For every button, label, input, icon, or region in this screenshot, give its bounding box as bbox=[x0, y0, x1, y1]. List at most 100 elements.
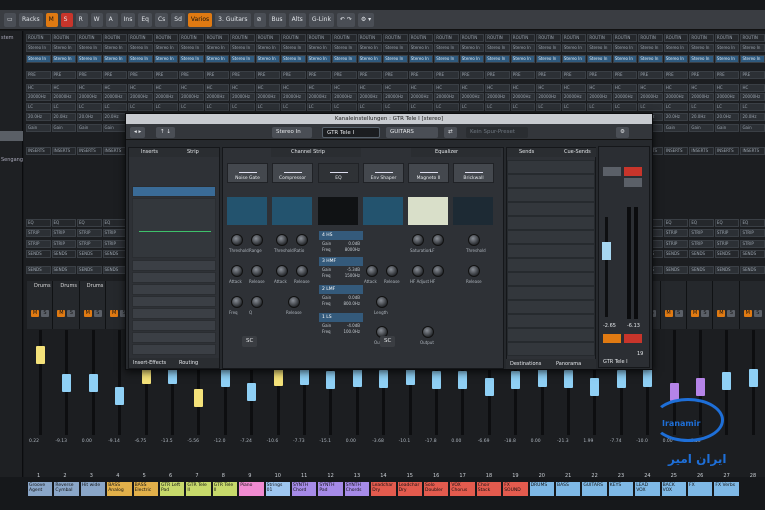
channel-name-button[interactable]: Leadchar Dry bbox=[397, 482, 422, 496]
mixer-cell[interactable]: EQ bbox=[740, 219, 765, 227]
mixer-cell[interactable]: Stereo In bbox=[638, 55, 663, 63]
mixer-cell[interactable]: Stereo In bbox=[102, 55, 128, 63]
mixer-cell[interactable]: HC bbox=[153, 84, 179, 92]
strip-mute-button[interactable]: M bbox=[57, 310, 66, 317]
mixer-cell[interactable]: ROUTIN bbox=[128, 34, 153, 42]
eq-gain-value[interactable]: 0.0dB bbox=[348, 241, 360, 246]
fader-readout[interactable]: -21.3 bbox=[557, 439, 569, 444]
channel-fader-cap[interactable] bbox=[602, 242, 611, 260]
parameter-knob[interactable] bbox=[276, 265, 288, 277]
mixer-cell[interactable]: PRE bbox=[740, 71, 765, 79]
mixer-cell[interactable]: Stereo In bbox=[561, 55, 587, 63]
mixer-cell[interactable]: Stereo In bbox=[561, 44, 587, 52]
send-slot[interactable] bbox=[507, 342, 595, 356]
mixer-cell[interactable]: 20.0Hz bbox=[663, 113, 689, 121]
send-slot[interactable] bbox=[507, 160, 595, 174]
mixer-cell[interactable]: SENDS bbox=[689, 266, 714, 274]
eq-band-1[interactable]: 1 LS bbox=[319, 313, 363, 322]
mixer-cell[interactable]: ROUTIN bbox=[332, 34, 357, 42]
strip-solo-button[interactable]: S bbox=[41, 310, 49, 317]
fader-cap[interactable] bbox=[220, 369, 230, 387]
fader-readout[interactable]: 0.00 bbox=[82, 439, 92, 444]
mixer-cell[interactable]: Stereo In bbox=[357, 55, 383, 63]
send-slot[interactable] bbox=[507, 300, 595, 314]
mixer-cell[interactable]: SENDS bbox=[102, 250, 128, 258]
mixer-cell[interactable]: Stereo In bbox=[51, 44, 77, 52]
parameter-knob[interactable] bbox=[251, 296, 263, 308]
input-routing[interactable]: Stereo In bbox=[272, 127, 312, 138]
mixer-cell[interactable]: 20000Hz bbox=[204, 93, 230, 101]
tab-insert-effects[interactable]: Insert-Effects bbox=[129, 358, 175, 368]
channel-name-button[interactable]: Choir Stack bbox=[476, 482, 502, 496]
mixer-cell[interactable]: SENDS bbox=[102, 266, 128, 274]
mixer-cell[interactable]: Gain bbox=[663, 124, 689, 132]
mixer-cell[interactable]: ROUTIN bbox=[153, 34, 179, 42]
fader-cap[interactable] bbox=[616, 370, 626, 388]
mixer-cell[interactable]: HC bbox=[255, 84, 281, 92]
mixer-cell[interactable]: PRE bbox=[510, 71, 536, 79]
mixer-cell[interactable]: Stereo In bbox=[77, 55, 102, 63]
mixer-cell[interactable]: PRE bbox=[638, 71, 663, 79]
mixer-cell[interactable]: HC bbox=[383, 84, 408, 92]
mixer-cell[interactable]: SENDS bbox=[689, 250, 714, 258]
mixer-cell[interactable]: Stereo In bbox=[740, 55, 765, 63]
mixer-cell[interactable]: PRE bbox=[179, 71, 204, 79]
mixer-cell[interactable]: PRE bbox=[204, 71, 230, 79]
mixer-cell[interactable]: 20000Hz bbox=[332, 93, 357, 101]
parameter-knob[interactable] bbox=[296, 234, 308, 246]
mixer-cell[interactable]: ROUTIN bbox=[179, 34, 204, 42]
module-magneto[interactable]: Magneto II bbox=[408, 163, 449, 183]
mixer-cell[interactable]: SENDS bbox=[77, 250, 102, 258]
mixer-cell[interactable]: 20.0Hz bbox=[740, 113, 765, 121]
mixer-cell[interactable]: 20.0Hz bbox=[689, 113, 714, 121]
mixer-cell[interactable]: HC bbox=[179, 84, 204, 92]
send-slot[interactable] bbox=[507, 328, 595, 342]
mixer-cell[interactable]: HC bbox=[434, 84, 459, 92]
mixer-cell[interactable]: LC bbox=[485, 103, 510, 111]
channel-name-button[interactable]: Groove Agent bbox=[28, 482, 53, 496]
mixer-cell[interactable]: HC bbox=[638, 84, 663, 92]
listen-button[interactable] bbox=[624, 178, 642, 187]
mixer-cell[interactable]: INSERTS bbox=[663, 147, 689, 155]
mixer-cell[interactable]: PRE bbox=[485, 71, 510, 79]
eq-band-2[interactable]: 2 LMF bbox=[319, 285, 363, 294]
fader-readout[interactable]: -13.5 bbox=[161, 439, 173, 444]
mixer-cell[interactable]: HC bbox=[510, 84, 536, 92]
channel-name-button[interactable]: DRUMS bbox=[529, 482, 554, 496]
alts-button[interactable]: Alts bbox=[288, 12, 306, 27]
send-slot[interactable] bbox=[507, 174, 595, 188]
fader-cap[interactable] bbox=[115, 387, 125, 405]
mixer-cell[interactable]: LC bbox=[51, 103, 77, 111]
mixer-cell[interactable]: INSERTS bbox=[714, 147, 740, 155]
insert-slot-4[interactable] bbox=[132, 272, 216, 283]
mixer-cell[interactable]: 20000Hz bbox=[740, 93, 765, 101]
mixer-cell[interactable]: Stereo In bbox=[306, 55, 332, 63]
mixer-cell[interactable]: ROUTIN bbox=[689, 34, 714, 42]
mixer-cell[interactable]: Stereo In bbox=[510, 44, 536, 52]
mixer-cell[interactable]: 20000Hz bbox=[128, 93, 153, 101]
bus-button[interactable]: Bus bbox=[268, 12, 286, 27]
mixer-cell[interactable]: STRIP bbox=[102, 240, 128, 248]
mixer-cell[interactable]: STRIP bbox=[714, 240, 740, 248]
mixer-cell[interactable]: ROUTIN bbox=[204, 34, 230, 42]
fader-readout[interactable]: -7.73 bbox=[293, 439, 305, 444]
mixer-cell[interactable]: ROUTIN bbox=[485, 34, 510, 42]
mixer-cell[interactable]: 20000Hz bbox=[153, 93, 179, 101]
mixer-cell[interactable]: HC bbox=[306, 84, 332, 92]
mixer-cell[interactable]: LC bbox=[102, 103, 128, 111]
mixer-cell[interactable]: EQ bbox=[663, 219, 689, 227]
strip-solo-button[interactable]: S bbox=[674, 310, 683, 317]
mixer-cell[interactable]: Stereo In bbox=[587, 44, 612, 52]
mixer-cell[interactable]: PRE bbox=[714, 71, 740, 79]
mixer-cell[interactable]: LC bbox=[459, 103, 485, 111]
send-slot[interactable] bbox=[507, 230, 595, 244]
mixer-cell[interactable]: 20000Hz bbox=[281, 93, 306, 101]
mixer-cell[interactable]: 20.0Hz bbox=[77, 113, 102, 121]
fader-readout[interactable]: 0.22 bbox=[29, 439, 39, 444]
mixer-cell[interactable]: LC bbox=[255, 103, 281, 111]
mixer-cell[interactable]: ROUTIN bbox=[230, 34, 255, 42]
fader-readout[interactable]: -5.56 bbox=[187, 439, 199, 444]
send-slot[interactable] bbox=[507, 258, 595, 272]
channel-name-button[interactable]: FX SOUND bbox=[503, 482, 528, 496]
mixer-cell[interactable]: PRE bbox=[51, 71, 77, 79]
